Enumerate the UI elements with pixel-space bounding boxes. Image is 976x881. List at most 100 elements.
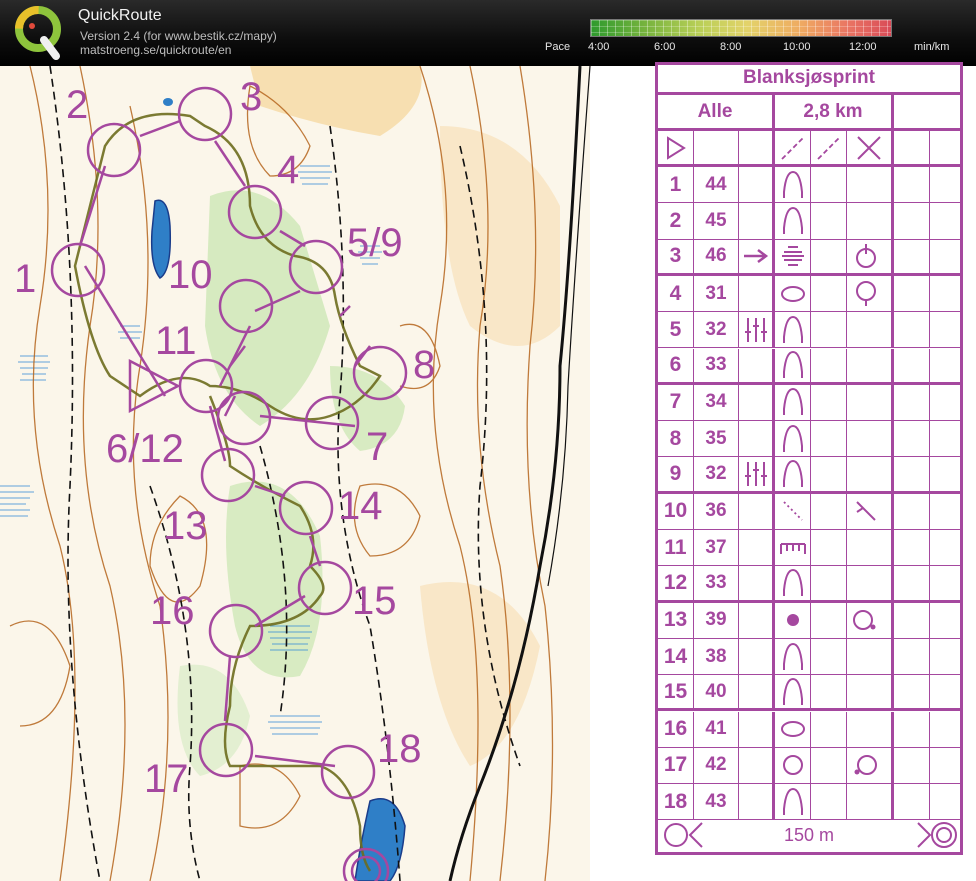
app-version: Version 2.4 (for www.bestik.cz/mapy) (80, 29, 277, 43)
gully-bars-icon (739, 457, 775, 491)
pace-tick: 6:00 (654, 41, 676, 53)
control-row: 13 39 (658, 602, 960, 639)
control-row: 16 41 (658, 711, 960, 748)
app-url[interactable]: matstroeng.se/quickroute/en (80, 43, 231, 57)
description-cell (894, 566, 930, 600)
description-cell (739, 566, 775, 600)
finish-row: 150 m (658, 815, 960, 855)
reentrant-icon (775, 675, 811, 709)
marsh-icon (775, 239, 811, 273)
control-row: 5 32 (658, 312, 960, 349)
control-row: 12 33 (658, 566, 960, 603)
event-title: Blanksjøsprint (658, 65, 960, 95)
control-code: 31 (694, 275, 739, 312)
course-header-row: Alle 2,8 km (658, 95, 960, 131)
control-row: 4 31 (658, 275, 960, 313)
description-cell (739, 421, 775, 457)
description-cell (847, 675, 894, 709)
path-end-icon (775, 493, 811, 529)
description-cell (894, 457, 930, 491)
description-cell (739, 711, 775, 747)
description-cell (739, 530, 775, 566)
description-cell (811, 421, 847, 457)
control-label-16: 16 (150, 589, 195, 633)
fence-icon (775, 530, 811, 566)
path-dashed-icon (816, 135, 841, 160)
description-cell (847, 566, 894, 600)
control-row: 3 46 (658, 239, 960, 276)
description-cell (894, 747, 930, 784)
pace-color-scale[interactable] (590, 19, 892, 37)
control-label-3: 3 (240, 75, 262, 119)
description-cell (847, 711, 894, 747)
description-cell (811, 530, 847, 566)
oval-icon (775, 711, 811, 747)
control-number: 13 (658, 602, 694, 638)
control-number: 5 (658, 312, 694, 348)
control-number: 11 (658, 530, 694, 566)
reentrant-icon (775, 203, 811, 239)
app-header: QuickRoute Version 2.4 (for www.bestik.c… (0, 0, 976, 66)
description-cell (847, 457, 894, 491)
description-cell (811, 493, 847, 529)
description-cell (894, 638, 930, 675)
control-row: 14 38 (658, 638, 960, 676)
description-cell (847, 312, 894, 348)
description-cell (811, 275, 847, 312)
quickroute-logo (15, 6, 61, 60)
hook-icon (847, 493, 894, 529)
description-cell (739, 493, 775, 529)
orienteering-map[interactable]: 1 2 3 4 5/9 6/12 7 8 10 11 13 14 15 16 1… (0, 66, 650, 881)
pace-tick: 10:00 (783, 41, 811, 53)
reentrant-icon (775, 638, 811, 675)
right-circle-icon (847, 602, 894, 638)
description-cell (894, 711, 930, 747)
description-cell (739, 638, 775, 675)
control-code: 41 (694, 711, 739, 747)
control-description-sheet: Blanksjøsprint Alle 2,8 km 1 44 2 45 3 46 4 31 5… (655, 62, 963, 855)
pace-scale-grid (591, 20, 891, 36)
control-number: 1 (658, 167, 694, 203)
start-row (658, 131, 960, 167)
control-label-10: 10 (168, 253, 213, 297)
description-cell (739, 167, 775, 203)
control-code: 45 (694, 203, 739, 239)
description-cell (894, 203, 930, 239)
description-cell (894, 167, 930, 203)
app-title: QuickRoute (78, 7, 162, 24)
description-cell (894, 384, 930, 421)
description-cell (811, 312, 847, 348)
control-row: 1 44 (658, 167, 960, 204)
control-row: 2 45 (658, 203, 960, 240)
finish-right-icon (917, 822, 957, 848)
map-canvas: 1 2 3 4 5/9 6/12 7 8 10 11 13 14 15 16 1… (0, 66, 650, 881)
control-label-5-9: 5/9 (347, 221, 403, 265)
control-code: 46 (694, 239, 739, 273)
control-label-8: 8 (413, 343, 435, 387)
control-number: 12 (658, 566, 694, 600)
course-class: Alle (697, 101, 733, 122)
reentrant-icon (775, 348, 811, 382)
control-number: 9 (658, 457, 694, 491)
control-row: 8 35 (658, 421, 960, 458)
control-code: 44 (694, 167, 739, 203)
description-cell (811, 711, 847, 747)
description-cell (847, 638, 894, 675)
description-cell (811, 638, 847, 675)
description-cell (847, 348, 894, 382)
control-number: 3 (658, 239, 694, 273)
description-cell (847, 167, 894, 203)
gully-bars-icon (739, 312, 775, 348)
control-code: 36 (694, 493, 739, 529)
control-row: 6 33 (658, 348, 960, 385)
start-triangle-icon (666, 135, 686, 160)
description-cell (847, 421, 894, 457)
control-label-4: 4 (277, 148, 299, 192)
left-circle-icon (847, 747, 894, 784)
control-label-15: 15 (352, 579, 397, 623)
description-cell (847, 384, 894, 421)
description-cell (894, 530, 930, 566)
control-number: 8 (658, 421, 694, 457)
control-row: 17 42 (658, 747, 960, 785)
control-row: 9 32 (658, 457, 960, 494)
